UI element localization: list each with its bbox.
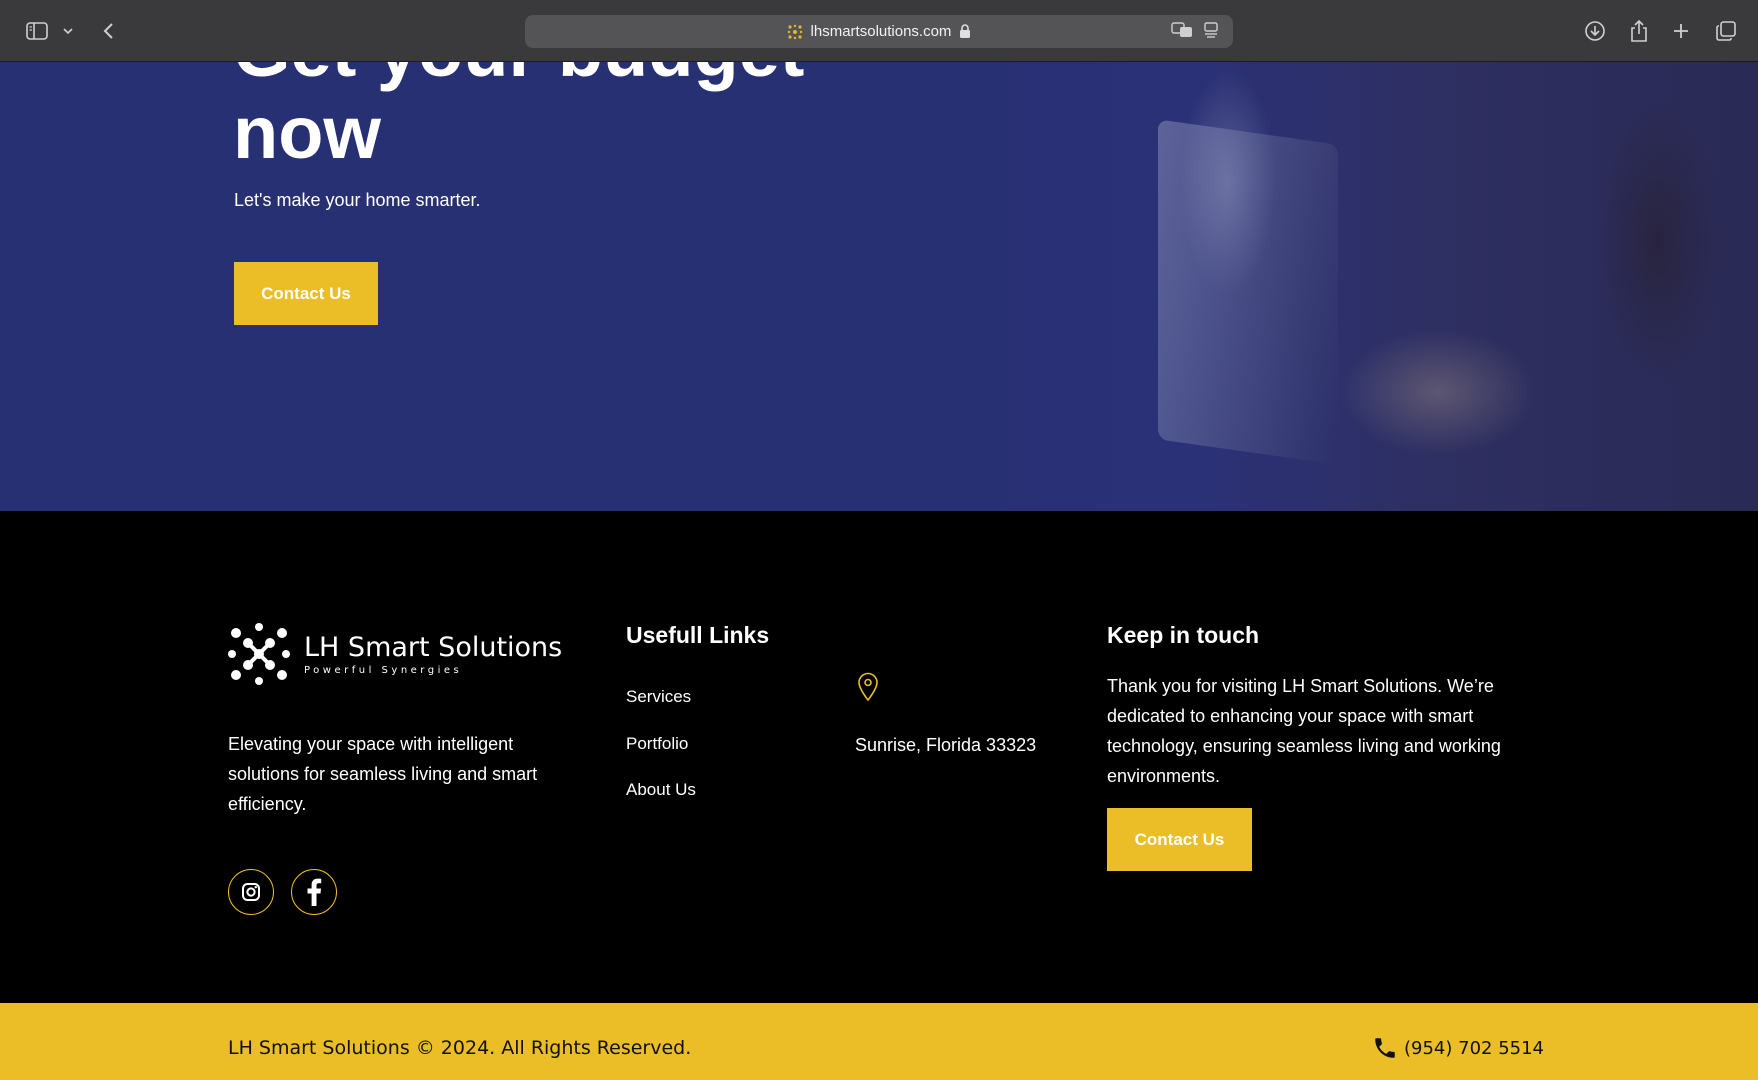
facebook-icon xyxy=(307,878,322,906)
copyright-text: LH Smart Solutions © 2024. All Rights Re… xyxy=(228,1037,692,1059)
useful-links-heading: Usefull Links xyxy=(626,622,770,648)
logo-title: LH Smart Solutions xyxy=(304,632,563,663)
hero-contact-button[interactable]: Contact Us xyxy=(234,262,378,325)
hero-subtitle: Let's make your home smarter. xyxy=(234,190,481,210)
hero-heading-line2: now xyxy=(233,91,381,174)
browser-toolbar: lhsmartsolutions.com xyxy=(0,0,1758,62)
logo-mark-icon xyxy=(228,623,290,685)
share-icon[interactable] xyxy=(1628,14,1650,48)
hero-background-image xyxy=(958,62,1758,511)
keep-in-touch-heading: Keep in touch xyxy=(1107,622,1260,648)
footer-link-about-us[interactable]: About Us xyxy=(626,780,696,800)
site-favicon-icon xyxy=(787,24,802,39)
url-text: lhsmartsolutions.com xyxy=(810,23,952,40)
footer-link-portfolio[interactable]: Portfolio xyxy=(626,734,688,754)
location-pin-icon xyxy=(858,672,878,702)
bottom-bar: LH Smart Solutions © 2024. All Rights Re… xyxy=(0,1003,1758,1080)
phone-link[interactable]: (954) 702 5514 xyxy=(1372,1035,1544,1061)
footer: LH Smart Solutions Powerful Synergies El… xyxy=(0,511,1758,1003)
translate-icon[interactable] xyxy=(1171,21,1193,39)
footer-link-services[interactable]: Services xyxy=(626,687,691,707)
new-tab-icon[interactable] xyxy=(1670,14,1692,48)
instagram-icon xyxy=(242,883,260,901)
address-bar[interactable]: lhsmartsolutions.com xyxy=(525,15,1233,48)
phone-number: (954) 702 5514 xyxy=(1404,1037,1545,1059)
instagram-button[interactable] xyxy=(228,869,274,915)
hero-heading: Get your budget now xyxy=(233,62,804,174)
chevron-down-icon[interactable] xyxy=(60,14,76,48)
logo-tagline: Powerful Synergies xyxy=(304,665,463,676)
footer-address: Sunrise, Florida 33323 xyxy=(855,735,1037,755)
hero-heading-line1: Get your budget xyxy=(233,62,804,92)
reader-icon[interactable] xyxy=(1203,21,1219,39)
footer-contact-button[interactable]: Contact Us xyxy=(1107,808,1252,871)
tab-overview-icon[interactable] xyxy=(1714,14,1738,48)
sidebar-toggle-icon[interactable] xyxy=(22,14,52,48)
keep-in-touch-text: Thank you for visiting LH Smart Solution… xyxy=(1107,676,1501,786)
facebook-button[interactable] xyxy=(291,869,337,915)
download-icon[interactable] xyxy=(1584,14,1606,48)
phone-icon xyxy=(1375,1038,1395,1058)
back-icon[interactable] xyxy=(98,14,118,48)
footer-about-text: Elevating your space with intelligent so… xyxy=(228,734,538,814)
hero-section: Get your budget now Let's make your home… xyxy=(0,62,1758,511)
laptop-image xyxy=(1158,119,1338,465)
footer-logo[interactable]: LH Smart Solutions Powerful Synergies xyxy=(228,623,562,685)
lock-icon xyxy=(960,24,971,38)
